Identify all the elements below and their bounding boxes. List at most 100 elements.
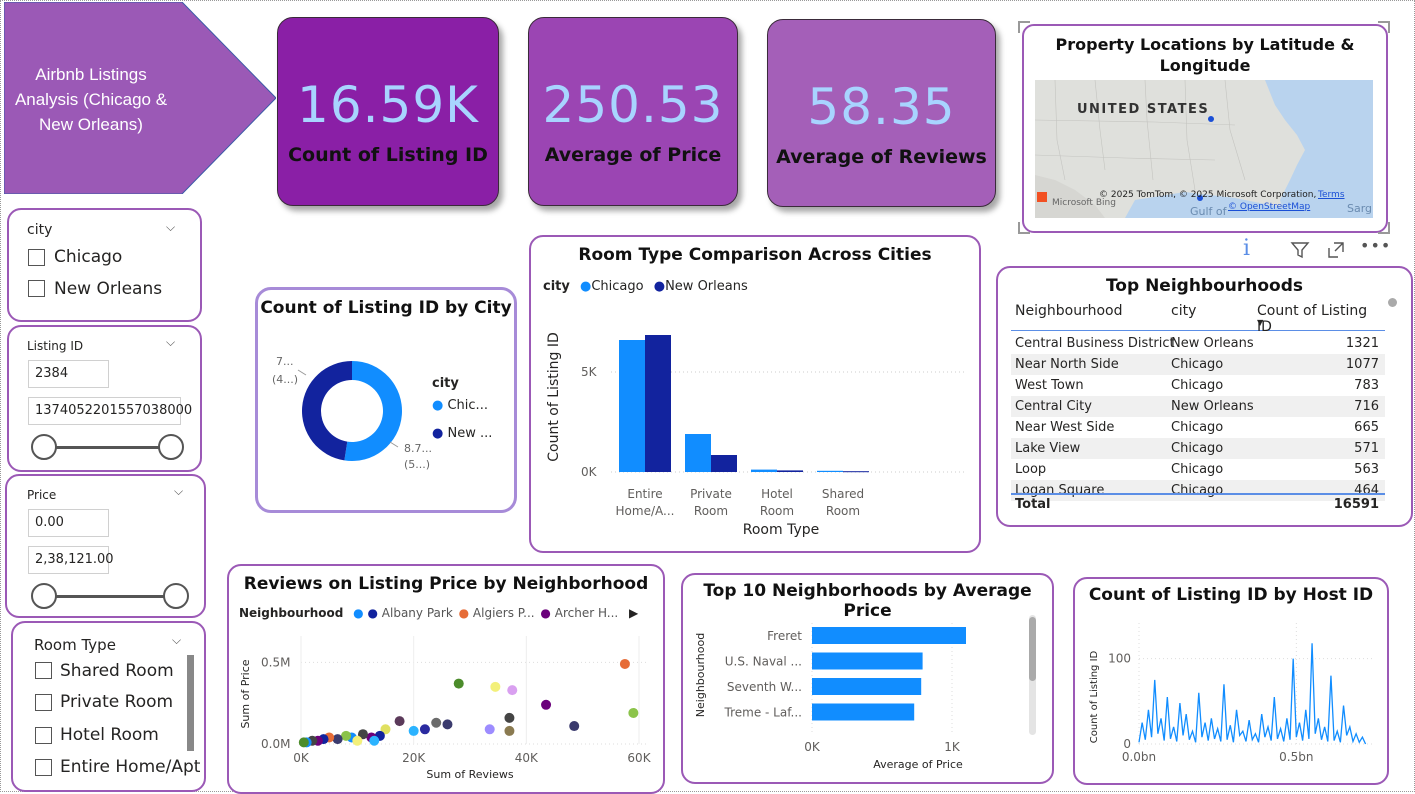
- cell-count: 783: [1354, 378, 1379, 393]
- legend-label: New ...: [447, 426, 493, 441]
- cell-neighbourhood: Loop: [1015, 462, 1047, 477]
- legend-next-arrow[interactable]: ▶: [629, 606, 638, 620]
- focus-mode-icon[interactable]: [1326, 240, 1346, 260]
- chevron-down-icon[interactable]: ⌵: [166, 335, 175, 350]
- slicer-option-entire-home[interactable]: Entire Home/Apt: [60, 757, 200, 777]
- range-min-input[interactable]: 0.00: [28, 509, 109, 537]
- city-slicer[interactable]: city ⌵ Chicago New Orleans: [7, 208, 202, 322]
- scatter-point: [419, 724, 430, 735]
- donut-data-label: 8.7...: [404, 442, 432, 455]
- range-max-input[interactable]: 2,38,121.00: [28, 546, 114, 574]
- table-row[interactable]: Near North Side Chicago 1077: [1011, 354, 1385, 375]
- chevron-down-icon[interactable]: ⌵: [166, 220, 175, 235]
- legend-label[interactable]: Archer H...: [555, 606, 618, 620]
- cell-neighbourhood: Lake View: [1015, 441, 1081, 456]
- bar-chicago: [751, 469, 777, 472]
- range-handle-max[interactable]: [158, 434, 184, 460]
- range-max-input[interactable]: 1374052201557038000: [28, 397, 192, 425]
- checkbox[interactable]: [35, 662, 52, 679]
- kpi-label: Average of Reviews: [776, 146, 987, 168]
- y-axis-title: Neighbourhood: [694, 633, 707, 717]
- cell-neighbourhood: Near West Side: [1015, 420, 1115, 435]
- map-gulf-label: Gulf of: [1190, 205, 1227, 218]
- room-type-slicer[interactable]: Room Type ⌵ Shared Room Private Room Hot…: [11, 621, 206, 792]
- cell-city: Chicago: [1171, 378, 1224, 393]
- table-row[interactable]: Loop Chicago 563: [1011, 459, 1385, 480]
- scatter-point: [504, 725, 515, 736]
- kpi-card-average-reviews[interactable]: 58.35 Average of Reviews: [767, 19, 996, 207]
- scatter-point: [453, 678, 464, 689]
- checkbox[interactable]: [28, 280, 45, 297]
- top10-card[interactable]: Top 10 Neighborhoods by Average Price 0K…: [681, 573, 1054, 784]
- room-type-card[interactable]: Room Type Comparison Across Cities city …: [529, 235, 981, 553]
- x-tick-label: Hotel: [761, 487, 793, 501]
- column-header-city[interactable]: city: [1171, 303, 1196, 319]
- donut-chart[interactable]: 8.7... (5...) 7... (4...): [258, 330, 514, 505]
- legend-item-chicago[interactable]: ● Chic...: [432, 398, 488, 413]
- kpi-value: 16.59K: [297, 76, 479, 134]
- slicer-option-new-orleans[interactable]: New Orleans: [54, 279, 162, 299]
- chevron-down-icon[interactable]: ⌵: [174, 484, 183, 499]
- table-row[interactable]: West Town Chicago 783: [1011, 375, 1385, 396]
- scatter-card[interactable]: Reviews on Listing Price by Neighborhood…: [227, 564, 665, 794]
- table-row[interactable]: Lake View Chicago 571: [1011, 438, 1385, 459]
- map-attribution: © 2025 TomTom, © 2025 Microsoft Corporat…: [1099, 190, 1317, 200]
- info-icon[interactable]: i: [1243, 236, 1250, 261]
- table-row[interactable]: Central Business District New Orleans 1321: [1011, 333, 1385, 354]
- table-scroll-dot[interactable]: [1388, 298, 1397, 307]
- filter-icon[interactable]: [1290, 240, 1310, 260]
- x-tick-label: 40K: [515, 751, 539, 765]
- range-min-input[interactable]: 2384: [28, 360, 109, 388]
- range-handle-min[interactable]: [31, 583, 57, 609]
- legend-label[interactable]: Albany Park: [382, 606, 453, 620]
- map-terms-link[interactable]: Terms: [1318, 190, 1345, 200]
- listing-id-slicer[interactable]: Listing ID ⌵ 2384 1374052201557038000: [7, 325, 202, 472]
- host-card[interactable]: Count of Listing ID by Host ID 0 100 0.0bn…: [1073, 577, 1389, 785]
- price-slicer[interactable]: Price ⌵ 0.00 2,38,121.00: [5, 474, 206, 618]
- column-header-neighbourhood[interactable]: Neighbourhood: [1015, 303, 1122, 319]
- slicer-option-chicago[interactable]: Chicago: [54, 247, 122, 267]
- scatter-point: [431, 717, 442, 728]
- checkbox[interactable]: [28, 249, 45, 266]
- map-view[interactable]: UNITED STATES Gulf of Sarg © 2025 TomTom…: [1035, 80, 1373, 218]
- y-tick-label: Freret: [767, 629, 802, 643]
- checkbox[interactable]: [35, 727, 52, 744]
- legend-item-new-orleans[interactable]: ● New ...: [432, 426, 492, 441]
- x-axis-title: Average of Price: [873, 758, 963, 771]
- more-options-icon[interactable]: •••: [1360, 236, 1391, 255]
- table-header: Neighbourhood city Count of Listing ID ▼: [1011, 300, 1385, 335]
- kpi-card-average-price[interactable]: 250.53 Average of Price: [528, 17, 738, 206]
- legend-label[interactable]: Algiers P...: [473, 606, 535, 620]
- scrollbar[interactable]: [1029, 615, 1036, 735]
- cell-count: 1321: [1345, 336, 1379, 351]
- scrollbar[interactable]: [187, 655, 194, 751]
- table-row[interactable]: Central City New Orleans 716: [1011, 396, 1385, 417]
- table-row[interactable]: Near West Side Chicago 665: [1011, 417, 1385, 438]
- donut-card[interactable]: Count of Listing ID by City 8.7... (5...)…: [255, 287, 517, 513]
- slicer-option-private-room[interactable]: Private Room: [60, 692, 173, 712]
- legend-label-new-orleans[interactable]: New Orleans: [665, 279, 748, 294]
- map-osm-link[interactable]: © OpenStreetMap: [1228, 202, 1310, 212]
- map-card[interactable]: Property Locations by Latitude & Longitu…: [1022, 24, 1388, 233]
- column-header-count[interactable]: Count of Listing ID: [1257, 303, 1385, 335]
- scatter-chart[interactable]: 0.0M 0.5M 0K 20K 40K 60K Sum of Price Sum of Re…: [229, 626, 661, 788]
- slicer-option-hotel-room[interactable]: Hotel Room: [60, 725, 159, 745]
- checkbox[interactable]: [35, 759, 52, 776]
- sort-descending-icon: ▼: [1257, 318, 1264, 327]
- chevron-down-icon[interactable]: ⌵: [172, 633, 181, 648]
- slicer-option-shared-room[interactable]: Shared Room: [60, 661, 174, 681]
- legend-label-chicago[interactable]: Chicago: [591, 279, 643, 294]
- room-type-chart[interactable]: 0K 5K Count of Listing ID Entire Home/A... Pr…: [531, 297, 977, 547]
- bar: [812, 627, 966, 644]
- checkbox[interactable]: [35, 694, 52, 711]
- range-handle-max[interactable]: [163, 583, 189, 609]
- slicer-title: city: [27, 222, 53, 238]
- top10-chart[interactable]: 0K 1K Freret U.S. Naval ... Seventh W... Trem…: [683, 613, 1023, 778]
- scatter-point: [541, 699, 552, 710]
- y-tick-label: 0K: [581, 465, 598, 479]
- kpi-card-count-listing[interactable]: 16.59K Count of Listing ID: [277, 17, 499, 206]
- host-chart[interactable]: 0 100 0.0bn 0.5bn Count of Listing ID: [1075, 613, 1385, 779]
- range-handle-min[interactable]: [31, 434, 57, 460]
- scrollbar-thumb[interactable]: [1029, 617, 1036, 681]
- scatter-point: [442, 719, 453, 730]
